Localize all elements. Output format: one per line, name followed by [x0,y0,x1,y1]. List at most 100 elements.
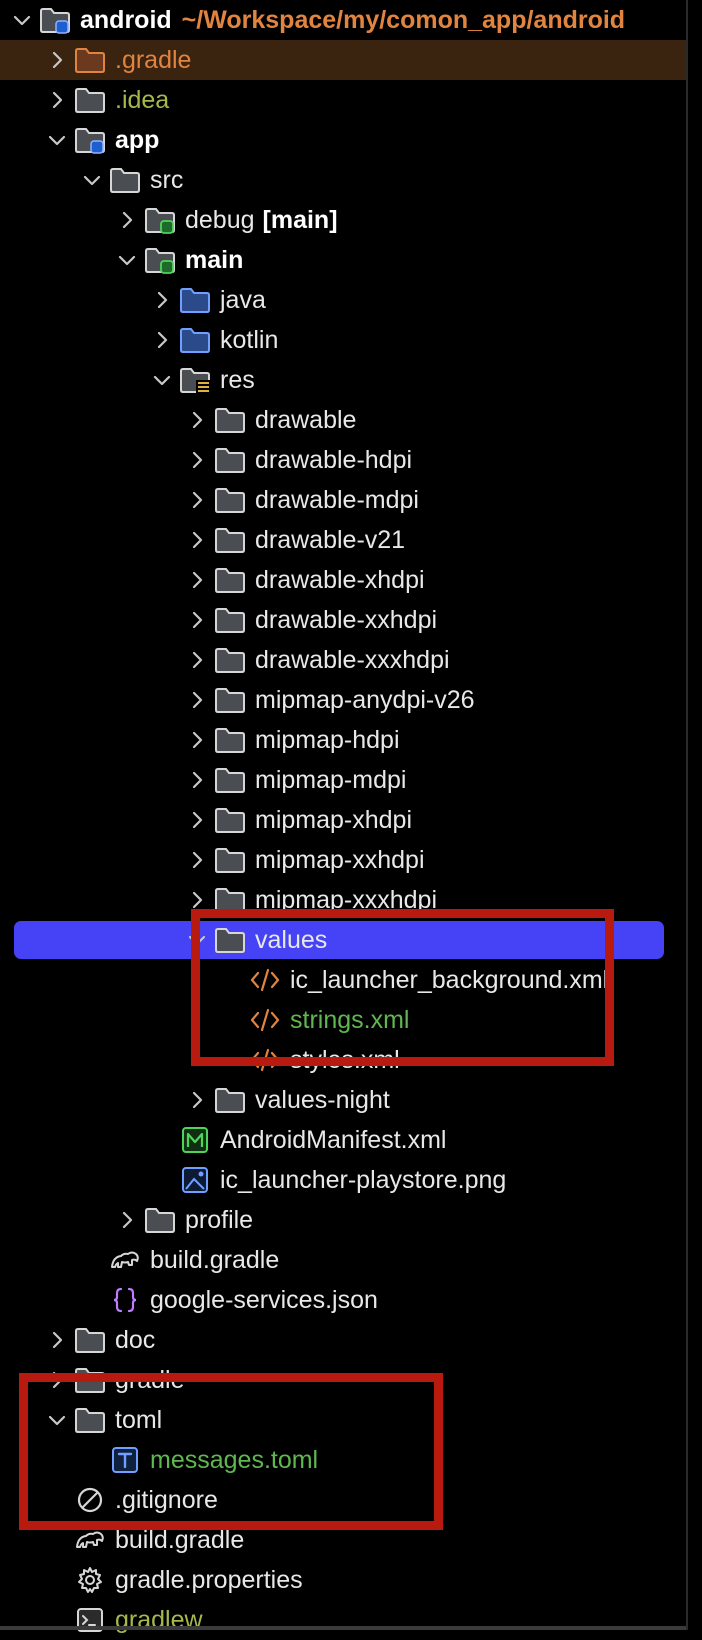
tree-row[interactable]: doc [0,1320,686,1360]
tree-row[interactable]: android ~/Workspace/my/comon_app/android [0,0,686,40]
tree-item-label: gradle [115,1366,185,1394]
tree-row[interactable]: build.gradle [0,1240,686,1280]
tree-row[interactable]: toml [0,1400,686,1440]
chevron-right-icon[interactable] [117,210,137,230]
chevron-right-icon[interactable] [47,50,67,70]
tree-row[interactable]: .idea [0,80,686,120]
chevron-right-icon[interactable] [47,1370,67,1390]
chevron-right-icon[interactable] [187,690,207,710]
xml-file-icon [248,1005,282,1035]
chevron-right-icon[interactable] [187,850,207,870]
tree-row[interactable]: debug [main] [0,200,686,240]
resource-folder-icon [178,365,212,395]
tree-row[interactable]: styles.xml [0,1040,686,1080]
tree-row[interactable]: strings.xml [0,1000,686,1040]
tree-row-selected[interactable]: values [0,920,686,960]
chevron-right-icon[interactable] [187,450,207,470]
tree-item-label: android ~/Workspace/my/comon_app/android [80,6,626,34]
chevron-right-icon[interactable] [187,770,207,790]
tree-item-label: drawable-xhdpi [255,566,425,594]
excluded-folder-icon [73,45,107,75]
tree-item-label: gradlew [115,1606,203,1634]
chevron-right-icon[interactable] [187,490,207,510]
chevron-down-icon[interactable] [82,170,102,190]
chevron-right-icon[interactable] [152,330,172,350]
gradle-file-icon [73,1525,107,1555]
chevron-right-icon[interactable] [187,650,207,670]
xml-file-icon [248,965,282,995]
tree-row[interactable]: drawable [0,400,686,440]
manifest-file-icon [178,1125,212,1155]
tree-row[interactable]: mipmap-mdpi [0,760,686,800]
chevron-down-icon[interactable] [152,370,172,390]
module-folder-icon [38,5,72,35]
chevron-right-icon[interactable] [117,1210,137,1230]
tree-row[interactable]: google-services.json [0,1280,686,1320]
tree-row[interactable]: .gradle [0,40,686,80]
chevron-right-icon[interactable] [152,290,172,310]
folder-icon [213,925,247,955]
chevron-down-icon[interactable] [47,130,67,150]
tree-row[interactable]: ic_launcher-playstore.png [0,1160,686,1200]
tree-row[interactable]: gradle.properties [0,1560,686,1600]
tree-row[interactable]: drawable-mdpi [0,480,686,520]
chevron-right-icon[interactable] [187,410,207,430]
folder-icon [213,485,247,515]
tree-row[interactable]: gradle [0,1360,686,1400]
tree-row[interactable]: java [0,280,686,320]
tree-row[interactable]: ic_launcher_background.xml [0,960,686,1000]
folder-icon [108,165,142,195]
chevron-right-icon[interactable] [187,730,207,750]
tree-row[interactable]: src [0,160,686,200]
chevron-right-icon[interactable] [187,810,207,830]
tree-row[interactable]: kotlin [0,320,686,360]
tree-row[interactable]: mipmap-anydpi-v26 [0,680,686,720]
toml-file-icon [108,1445,142,1475]
tree-item-label: app [115,126,160,154]
tree-row[interactable]: drawable-xxxhdpi [0,640,686,680]
xml-file-icon [248,1045,282,1075]
chevron-right-icon[interactable] [47,1330,67,1350]
gradle-file-icon [108,1245,142,1275]
source-set-folder-icon [143,245,177,275]
folder-icon [213,605,247,635]
chevron-down-icon[interactable] [187,930,207,950]
tree-row[interactable]: drawable-v21 [0,520,686,560]
tree-row[interactable]: mipmap-xhdpi [0,800,686,840]
json-file-icon [108,1285,142,1315]
tree-row[interactable]: .gitignore [0,1480,686,1520]
tree-item-label: debug [main] [185,206,338,234]
tree-row[interactable]: app [0,120,686,160]
tree-row[interactable]: res [0,360,686,400]
tree-row[interactable]: drawable-xxhdpi [0,600,686,640]
chevron-right-icon[interactable] [187,1090,207,1110]
tree-row[interactable]: main [0,240,686,280]
tree-row[interactable]: messages.toml [0,1440,686,1480]
tree-row[interactable]: mipmap-xxxhdpi [0,880,686,920]
tree-item-label: main [185,246,244,274]
tree-row[interactable]: mipmap-hdpi [0,720,686,760]
tree-item-label: java [220,286,266,314]
chevron-down-icon[interactable] [12,10,32,30]
tree-row[interactable]: values-night [0,1080,686,1120]
tree-row[interactable]: build.gradle [0,1520,686,1560]
scrollbar[interactable] [686,0,702,1630]
chevron-right-icon[interactable] [187,890,207,910]
tree-row[interactable]: gradlew [0,1600,686,1640]
chevron-right-icon[interactable] [187,570,207,590]
tree-row[interactable]: mipmap-xxhdpi [0,840,686,880]
folder-icon [73,1365,107,1395]
tree-row[interactable]: profile [0,1200,686,1240]
shell-file-icon [73,1605,107,1635]
chevron-right-icon[interactable] [187,530,207,550]
chevron-down-icon[interactable] [47,1410,67,1430]
chevron-right-icon[interactable] [187,610,207,630]
chevron-right-icon[interactable] [47,90,67,110]
folder-icon [213,405,247,435]
tree-row[interactable]: AndroidManifest.xml [0,1120,686,1160]
tree-row[interactable]: drawable-hdpi [0,440,686,480]
tree-item-label: drawable-v21 [255,526,406,554]
folder-icon [73,1325,107,1355]
tree-row[interactable]: drawable-xhdpi [0,560,686,600]
chevron-down-icon[interactable] [117,250,137,270]
